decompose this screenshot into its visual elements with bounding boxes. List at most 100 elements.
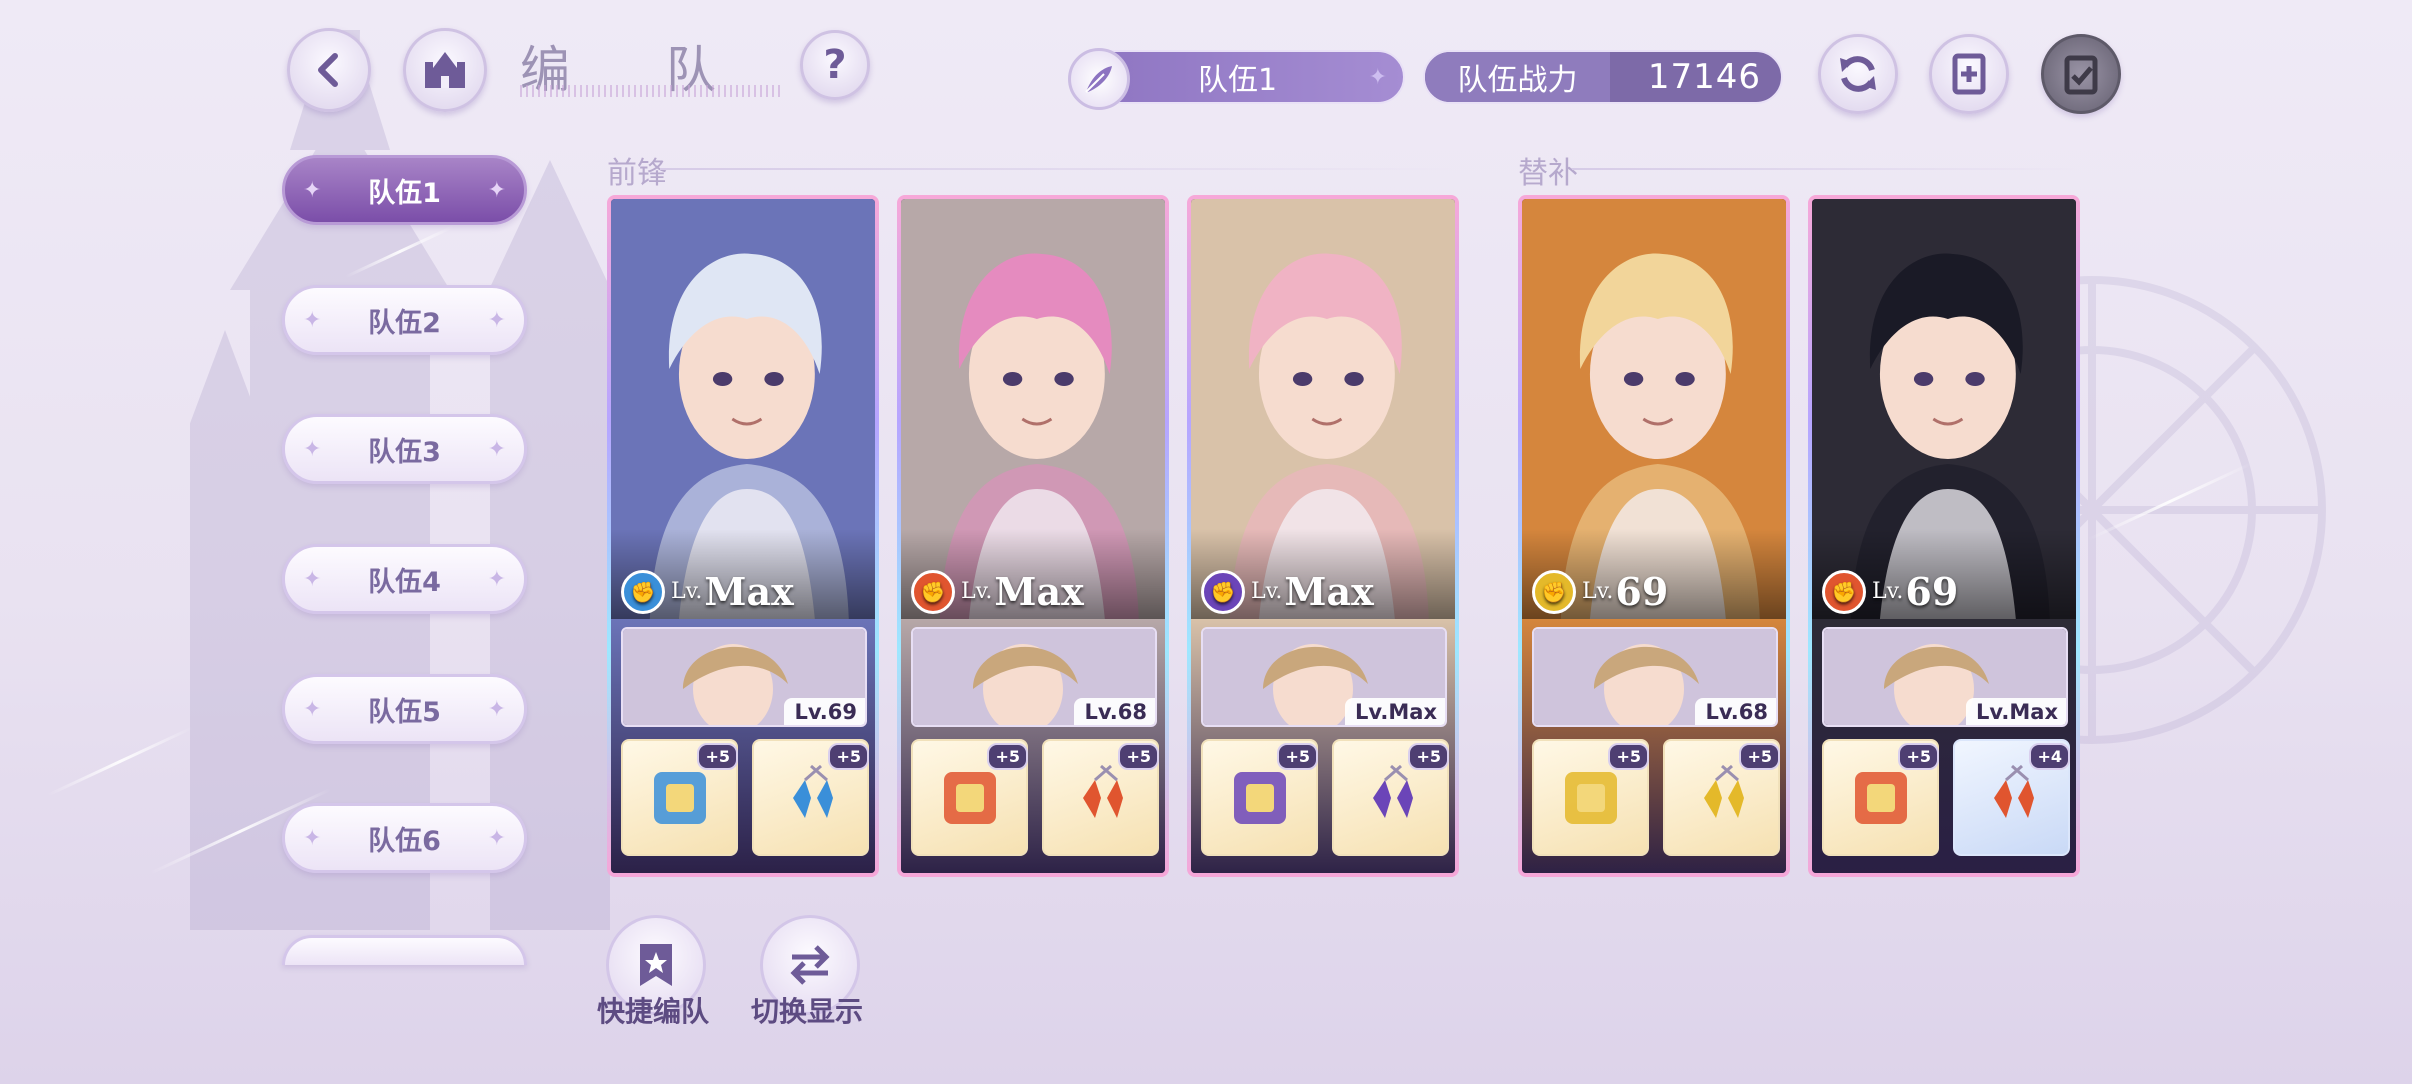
team-tab-4[interactable]: ✦ 队伍4 ✦: [282, 544, 527, 614]
character-portrait: [1191, 199, 1455, 619]
team-tab-label: 队伍3: [368, 436, 441, 468]
sparkle-icon: ✦: [303, 825, 322, 851]
level-value: Max: [704, 569, 794, 614]
level-prefix: Lv.: [1582, 579, 1614, 604]
partner-level: Lv.68: [1695, 698, 1776, 725]
section-divider: [660, 168, 1460, 170]
checklist-icon: [2064, 55, 2098, 95]
swap-arrows-icon: [790, 945, 830, 985]
partner-portrait[interactable]: Lv.68: [1532, 627, 1778, 727]
refresh-button[interactable]: [1818, 34, 1898, 114]
team-tab-6[interactable]: ✦ 队伍6 ✦: [282, 803, 527, 873]
enhance-level-badge: +5: [828, 743, 869, 770]
partner-portrait[interactable]: Lv.69: [621, 627, 867, 727]
team-tab-label: 队伍6: [368, 825, 441, 857]
team-power-label: 队伍战力: [1425, 52, 1610, 102]
character-card[interactable]: ✊ Lv. Max Lv.Max +5 +5: [1187, 195, 1459, 877]
level-value: Max: [1284, 569, 1374, 614]
partner-portrait[interactable]: Lv.Max: [1201, 627, 1447, 727]
team-tab-7-partial[interactable]: [282, 935, 527, 965]
character-portrait: [611, 199, 875, 619]
sparkle-icon: ✦: [487, 696, 506, 722]
level-prefix: Lv.: [671, 579, 703, 604]
character-portrait: [1812, 199, 2076, 619]
team-tab-3[interactable]: ✦ 队伍3 ✦: [282, 414, 527, 484]
team-power-value: 17146: [1647, 57, 1761, 97]
team-tab-1[interactable]: ✦ 队伍1 ✦: [282, 155, 527, 225]
team-power: 队伍战力 17146: [1423, 50, 1783, 104]
section-divider: [1572, 168, 2082, 170]
character-card[interactable]: ✊ Lv. Max Lv.69 +5 +5: [607, 195, 879, 877]
character-level: ✊ Lv. 69: [1822, 569, 1958, 614]
element-purple-icon: ✊: [1201, 569, 1245, 614]
character-level: ✊ Lv. Max: [911, 569, 1084, 614]
title-decoration: [520, 85, 780, 97]
enhance-level-badge: +5: [1898, 743, 1939, 770]
enhance-level-badge: +5: [1739, 743, 1780, 770]
equipment-slot[interactable]: +5: [911, 739, 1028, 856]
feather-icon: [1068, 48, 1130, 110]
equipment-slot[interactable]: +5: [1663, 739, 1780, 856]
partner-portrait[interactable]: Lv.Max: [1822, 627, 2068, 727]
add-document-icon: [1952, 53, 1986, 95]
partner-level: Lv.68: [1074, 698, 1155, 725]
enhance-level-badge: +5: [697, 743, 738, 770]
help-button[interactable]: ?: [800, 30, 870, 100]
level-prefix: Lv.: [1872, 579, 1904, 604]
team-tab-2[interactable]: ✦ 队伍2 ✦: [282, 285, 527, 355]
section-label-front: 前锋: [607, 156, 667, 191]
equipment-slot[interactable]: +5: [1332, 739, 1449, 856]
back-button[interactable]: [287, 28, 371, 112]
equipment-slot[interactable]: +5: [1201, 739, 1318, 856]
level-value: Max: [994, 569, 1084, 614]
character-card[interactable]: ✊ Lv. 69 Lv.Max +5 +4: [1808, 195, 2080, 877]
character-card[interactable]: ✊ Lv. Max Lv.68 +5 +5: [897, 195, 1169, 877]
quick-team-label: 快捷编队: [597, 995, 710, 1028]
sparkle-icon: ✦: [303, 177, 322, 203]
castle-home-icon: [425, 52, 465, 88]
section-label-sub: 替补: [1518, 156, 1578, 191]
enhance-level-badge: +5: [1118, 743, 1159, 770]
team-tab-5[interactable]: ✦ 队伍5 ✦: [282, 674, 527, 744]
sparkle-icon: ✦: [487, 307, 506, 333]
character-portrait: [1522, 199, 1786, 619]
sparkle-icon: ✦: [303, 566, 322, 592]
element-blue-icon: ✊: [621, 569, 665, 614]
character-card[interactable]: ✊ Lv. 69 Lv.68 +5 +5: [1518, 195, 1790, 877]
equipment-slot[interactable]: +4: [1953, 739, 2070, 856]
character-level: ✊ Lv. Max: [621, 569, 794, 614]
partner-level: Lv.Max: [1966, 698, 2066, 725]
equipment-slot[interactable]: +5: [621, 739, 738, 856]
enhance-level-badge: +4: [2029, 743, 2070, 770]
element-yellow-icon: ✊: [1532, 569, 1576, 614]
sparkle-icon: ✦: [487, 825, 506, 851]
team-tab-label: 队伍2: [368, 307, 441, 339]
home-button[interactable]: [403, 28, 487, 112]
confirm-team-button[interactable]: [2041, 34, 2121, 114]
switch-display-label: 切换显示: [751, 995, 864, 1028]
sparkle-icon: ✦: [487, 566, 506, 592]
level-value: 69: [1615, 569, 1669, 614]
equipment-slot[interactable]: +5: [1822, 739, 1939, 856]
question-icon: ?: [823, 42, 847, 88]
character-level: ✊ Lv. 69: [1532, 569, 1668, 614]
sparkle-icon: ✦: [303, 436, 322, 462]
character-level: ✊ Lv. Max: [1201, 569, 1374, 614]
add-team-button[interactable]: [1929, 34, 2009, 114]
equipment-slot[interactable]: +5: [752, 739, 869, 856]
equipment-slot[interactable]: +5: [1042, 739, 1159, 856]
character-portrait: [901, 199, 1165, 619]
team-tab-label: 队伍5: [368, 696, 441, 728]
sparkle-icon: ✦: [1368, 64, 1387, 90]
sparkle-icon: ✦: [487, 177, 506, 203]
enhance-level-badge: +5: [1277, 743, 1318, 770]
chevron-left-icon: [318, 53, 338, 87]
sparkle-icon: ✦: [303, 307, 322, 333]
partner-level: Lv.Max: [1345, 698, 1445, 725]
sparkle-icon: ✦: [303, 696, 322, 722]
element-red-icon: ✊: [1822, 569, 1866, 614]
partner-portrait[interactable]: Lv.68: [911, 627, 1157, 727]
equipment-slot[interactable]: +5: [1532, 739, 1649, 856]
enhance-level-badge: +5: [1608, 743, 1649, 770]
team-selector[interactable]: 队伍1 ✦: [1068, 48, 1405, 110]
